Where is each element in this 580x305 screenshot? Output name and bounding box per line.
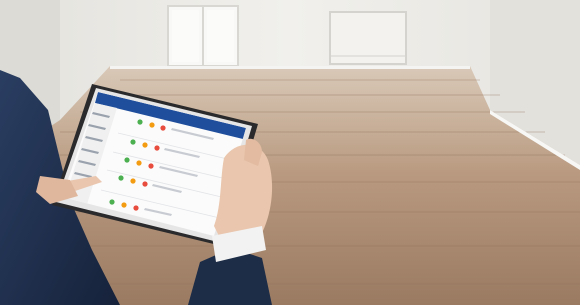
- empty-room-with-tablet-photo: [0, 0, 580, 305]
- photo-scene: [0, 0, 580, 305]
